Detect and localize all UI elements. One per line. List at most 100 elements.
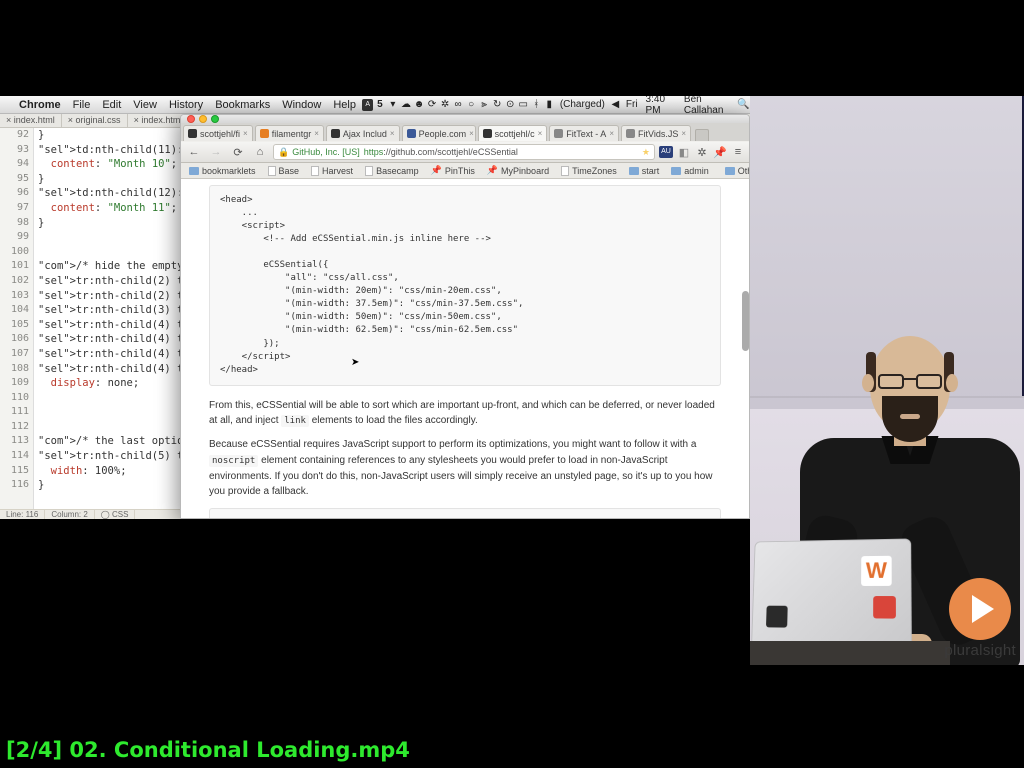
bookmark-item[interactable]: Basecamp	[361, 165, 423, 177]
page-icon	[365, 166, 373, 176]
menu-file[interactable]: File	[67, 96, 97, 114]
wifi-icon[interactable]: ⫸	[478, 96, 491, 114]
new-tab-button[interactable]	[695, 129, 709, 141]
menu-view[interactable]: View	[127, 96, 163, 114]
tab-close-icon[interactable]: ×	[609, 129, 614, 138]
page-content[interactable]: <head> ... <script> <!-- Add eCSSential.…	[181, 179, 749, 518]
user-name[interactable]: Ben Callahan	[680, 96, 737, 116]
omnibox-proto: https	[364, 147, 384, 157]
bookmark-item[interactable]: start	[625, 165, 664, 177]
forward-button[interactable]: →	[207, 144, 225, 160]
bookmark-item[interactable]: TimeZones	[557, 165, 621, 177]
bookmark-label: Basecamp	[376, 166, 419, 176]
zoom-button[interactable]	[211, 115, 219, 123]
chrome-titlebar[interactable]	[181, 115, 749, 123]
circle-icon[interactable]: ○	[465, 96, 478, 114]
favicon-icon	[407, 129, 416, 138]
extension-icon[interactable]: ◧	[677, 145, 691, 159]
bookmark-item[interactable]: 📌MyPinboard	[483, 164, 553, 177]
omnibox[interactable]: 🔒 GitHub, Inc. [US] https://github.com/s…	[273, 144, 655, 160]
bookmark-item[interactable]: Base	[264, 165, 304, 177]
pin-icon: 📌	[431, 165, 442, 176]
adobe-icon[interactable]: A	[362, 99, 373, 111]
spotlight-icon[interactable]: 🔍	[737, 96, 750, 114]
display-icon[interactable]: ▭	[517, 96, 530, 114]
favicon-icon	[554, 129, 563, 138]
menu-app[interactable]: Chrome	[13, 96, 67, 114]
sync-icon[interactable]: ⟳	[426, 96, 439, 114]
bookmark-label: admin	[684, 166, 709, 176]
chrome-window: scottjehl/fi × filamentgr × Ajax Includ …	[180, 114, 750, 519]
chrome-menu-icon[interactable]: ≡	[731, 145, 745, 159]
menu-history[interactable]: History	[163, 96, 209, 114]
bookmark-label: Base	[279, 166, 300, 176]
chat-icon[interactable]: ☻	[412, 96, 425, 114]
bookmark-label: TimeZones	[572, 166, 617, 176]
home-button[interactable]: ⌂	[251, 144, 269, 160]
editor-tab[interactable]: × index.html	[0, 114, 62, 127]
status-lang: ◯ CSS	[95, 510, 136, 519]
volume-icon[interactable]: ◀	[609, 96, 622, 114]
extension-pin-icon[interactable]: 📌	[713, 145, 727, 159]
tab-label: Ajax Includ	[343, 129, 387, 139]
cloud-icon[interactable]: ☁	[399, 96, 412, 114]
presenter-video: W pluralsight	[750, 96, 1024, 665]
menu-edit[interactable]: Edit	[96, 96, 127, 114]
minimize-button[interactable]	[199, 115, 207, 123]
menu-window[interactable]: Window	[276, 96, 327, 114]
back-button[interactable]: ←	[185, 144, 203, 160]
tab-close-icon[interactable]: ×	[243, 129, 248, 138]
close-button[interactable]	[187, 115, 195, 123]
bookmark-item[interactable]: Harvest	[307, 165, 357, 177]
bluetooth-icon[interactable]: ᚼ	[530, 96, 543, 114]
menu-bookmarks[interactable]: Bookmarks	[209, 96, 276, 114]
vertical-scrollbar[interactable]	[742, 179, 749, 518]
bookmark-item[interactable]: admin	[667, 165, 713, 177]
eye-icon[interactable]: ⊙	[504, 96, 517, 114]
reload-button[interactable]: ⟳	[229, 144, 247, 160]
omnibox-url: ://github.com/scottjehl/eCSSential	[383, 147, 518, 157]
browser-tab[interactable]: FitVids.JS ×	[621, 125, 691, 141]
bookmark-item[interactable]: 📌PinThis	[427, 164, 479, 177]
play-icon	[949, 578, 1011, 640]
folder-icon	[671, 167, 681, 175]
folder-icon	[725, 167, 735, 175]
sticker	[873, 596, 896, 619]
clock-time[interactable]: 3:40 PM	[642, 96, 680, 116]
notif-icon[interactable]: 5	[373, 96, 386, 114]
editor-gutter: 9293949596979899100101102103104105106107…	[0, 128, 34, 509]
brand-name: pluralsight	[944, 642, 1016, 659]
favicon-icon	[626, 129, 635, 138]
menu-help[interactable]: Help	[327, 96, 362, 114]
extension-gear-icon[interactable]: ✲	[695, 145, 709, 159]
dropbox-icon[interactable]: ▾	[386, 96, 399, 114]
bookmark-star-icon[interactable]: ★	[642, 147, 650, 158]
editor-tab[interactable]: × original.css	[62, 114, 128, 127]
refresh-icon[interactable]: ↻	[491, 96, 504, 114]
gear-icon[interactable]: ✲	[439, 96, 452, 114]
bookmark-item[interactable]: bookmarklets	[185, 165, 260, 177]
tab-close-icon[interactable]: ×	[314, 129, 319, 138]
browser-tab[interactable]: scottjehl/fi ×	[183, 125, 253, 141]
favicon-icon	[483, 129, 492, 138]
browser-tab[interactable]: filamentgr ×	[255, 125, 324, 141]
tab-close-icon[interactable]: ×	[469, 129, 474, 138]
extension-au-icon[interactable]: AU	[659, 146, 673, 158]
omnibox-org: GitHub, Inc. [US]	[292, 147, 360, 157]
link-icon[interactable]: ∞	[452, 96, 465, 114]
other-bookmarks[interactable]: Other Bookmarks	[721, 165, 750, 177]
battery-status: (Charged)	[556, 99, 609, 110]
bookmark-label: PinThis	[445, 166, 475, 176]
battery-icon[interactable]: ▮	[543, 96, 556, 114]
tab-close-icon[interactable]: ×	[538, 129, 543, 138]
browser-tab[interactable]: FitText - A ×	[549, 125, 619, 141]
browser-tab[interactable]: People.com ×	[402, 125, 476, 141]
tab-close-icon[interactable]: ×	[390, 129, 395, 138]
browser-tab[interactable]: scottjehl/c ×	[478, 125, 548, 141]
tab-close-icon[interactable]: ×	[681, 129, 686, 138]
browser-tab[interactable]: Ajax Includ ×	[326, 125, 400, 141]
clock-day[interactable]: Fri	[622, 99, 642, 110]
folder-icon	[629, 167, 639, 175]
code-block-1: <head> ... <script> <!-- Add eCSSential.…	[209, 185, 721, 386]
bookmark-label: bookmarklets	[202, 166, 256, 176]
